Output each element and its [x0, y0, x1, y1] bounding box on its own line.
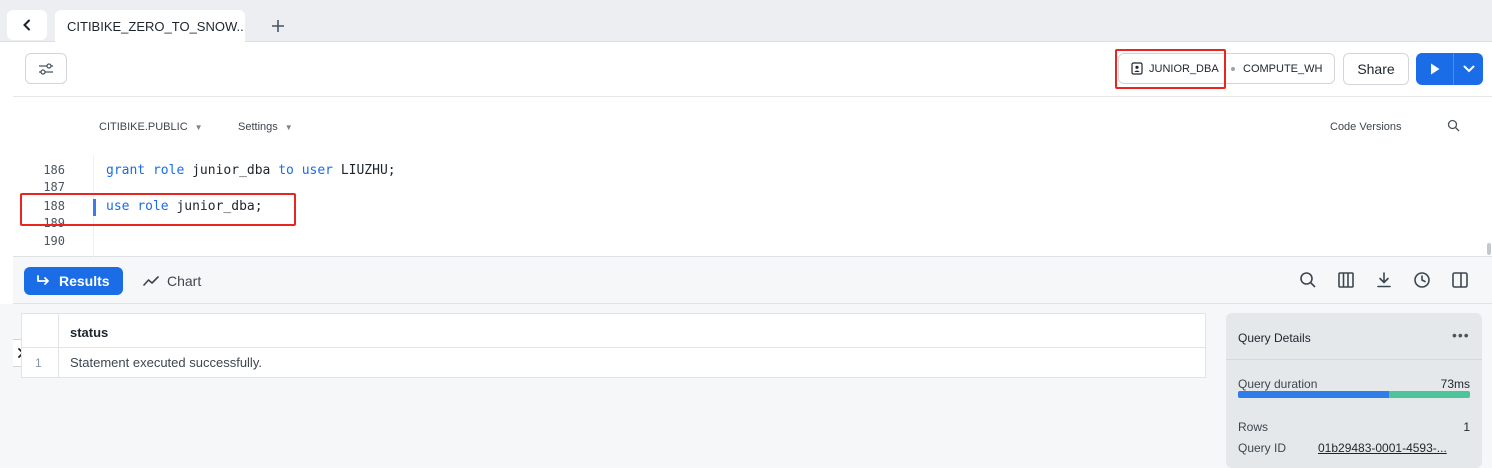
warehouse-selector[interactable]: COMPUTE_WH: [1223, 54, 1335, 83]
editor-scrollbar[interactable]: [1487, 243, 1491, 255]
search-icon: [1300, 272, 1316, 288]
query-details-panel: Query Details ••• Query duration 73ms Ro…: [1226, 313, 1482, 468]
panel-icon: [1452, 272, 1468, 288]
database-label: CITIBIKE.PUBLIC: [99, 121, 188, 133]
chevron-down-icon: [1463, 65, 1474, 73]
more-options-icon[interactable]: •••: [1452, 327, 1470, 343]
query-id-label: Query ID: [1238, 441, 1287, 455]
divider: [1226, 359, 1482, 360]
query-duration-bar: [1238, 391, 1470, 398]
toggle-panel-button[interactable]: [1451, 271, 1469, 289]
code-line-186[interactable]: grant role junior_dba to user LIUZHU;: [106, 163, 396, 178]
caret-down-icon: ▼: [284, 122, 293, 132]
code-text: junior_dba;: [168, 199, 263, 214]
results-toolbar: Results Chart: [13, 257, 1492, 304]
run-options-button[interactable]: [1454, 53, 1483, 85]
rows-label: Rows: [1238, 420, 1269, 434]
table-row[interactable]: 1 Statement executed successfully.: [22, 348, 1205, 377]
query-duration-value: 73ms: [1440, 377, 1470, 391]
code-text: junior_dba: [184, 163, 279, 178]
query-id-link[interactable]: 01b29483-0001-4593-...: [1318, 441, 1470, 455]
results-tab-label: Results: [59, 273, 110, 289]
role-label: JUNIOR_DBA: [1149, 62, 1219, 75]
code-text: LIUZHU;: [333, 163, 396, 178]
role-selector[interactable]: JUNIOR_DBA: [1119, 54, 1223, 83]
keyword: user: [301, 163, 333, 178]
duration-segment-other: [1388, 391, 1470, 398]
row-index: 1: [22, 348, 59, 377]
keyword: use: [106, 199, 130, 214]
caret-down-icon: ▼: [194, 122, 203, 132]
code-editor[interactable]: 186 187 188 189 190 grant role junior_db…: [13, 155, 1492, 257]
results-pane: status 1 Statement executed successfully…: [0, 304, 1492, 468]
editor-search-button[interactable]: [1447, 119, 1460, 132]
line-number: 186: [43, 163, 65, 177]
line-chart-icon: [143, 275, 159, 287]
line-number: 188: [43, 199, 65, 213]
plus-icon: [272, 20, 284, 32]
run-button[interactable]: [1416, 53, 1454, 85]
query-duration-label: Query duration: [1238, 377, 1318, 391]
duration-segment-execution: [1238, 391, 1389, 398]
editor-header: CITIBIKE.PUBLIC ▼ Settings ▼ Code Versio…: [13, 97, 1492, 155]
share-label: Share: [1357, 61, 1395, 77]
database-selector[interactable]: CITIBIKE.PUBLIC ▼: [99, 121, 203, 133]
download-icon: [1377, 272, 1391, 288]
download-button[interactable]: [1375, 271, 1393, 289]
search-icon: [1447, 119, 1460, 132]
tab-bar: CITIBIKE_ZERO_TO_SNOW...: [0, 0, 1492, 43]
worksheet-window: CITIBIKE_ZERO_TO_SNOW... JUNIOR_DBA COMP…: [0, 0, 1492, 468]
add-tab-button[interactable]: [265, 13, 291, 39]
history-button[interactable]: [1413, 271, 1431, 289]
chevron-left-icon: [23, 19, 30, 31]
context-selector: JUNIOR_DBA COMPUTE_WH: [1118, 53, 1335, 84]
tab-worksheet[interactable]: CITIBIKE_ZERO_TO_SNOW...: [55, 10, 245, 43]
line-number: 187: [43, 180, 65, 194]
columns-icon: [1338, 272, 1354, 288]
line-number: 190: [43, 234, 65, 248]
tab-results[interactable]: Results: [24, 267, 123, 295]
sliders-icon: [39, 62, 53, 75]
code-line-188[interactable]: use role junior_dba;: [106, 199, 263, 214]
back-button[interactable]: [7, 10, 47, 40]
keyword: to: [278, 163, 294, 178]
line-number: 189: [43, 216, 65, 230]
grid-header: status: [22, 314, 1205, 348]
code-versions-button[interactable]: Code Versions: [1330, 121, 1402, 133]
tab-label: CITIBIKE_ZERO_TO_SNOW...: [67, 19, 245, 34]
chart-tab-label: Chart: [167, 273, 202, 289]
row-index-header: [22, 314, 59, 348]
rows-value: 1: [1463, 420, 1470, 434]
columns-button[interactable]: [1337, 271, 1355, 289]
column-header-status[interactable]: status: [70, 325, 108, 340]
clock-icon: [1414, 272, 1430, 288]
warehouse-label: COMPUTE_WH: [1243, 62, 1323, 75]
settings-selector[interactable]: Settings ▼: [238, 121, 293, 133]
keyword: grant: [106, 163, 146, 178]
tab-chart[interactable]: Chart: [143, 267, 201, 295]
keyword: role: [152, 163, 185, 178]
run-button-group: [1416, 53, 1483, 85]
table-cell[interactable]: Statement executed successfully.: [70, 355, 262, 370]
results-search-button[interactable]: [1299, 271, 1317, 289]
play-icon: [1430, 63, 1439, 75]
results-grid: status 1 Statement executed successfully…: [21, 313, 1206, 378]
filter-button[interactable]: [25, 53, 67, 84]
query-details-title: Query Details: [1238, 331, 1311, 345]
keyword: role: [137, 199, 169, 214]
settings-label: Settings: [238, 121, 278, 133]
warehouse-status-dot: [1231, 66, 1235, 71]
active-line-marker: [93, 199, 96, 216]
worksheet-toolbar: JUNIOR_DBA COMPUTE_WH Share: [13, 42, 1492, 97]
share-button[interactable]: Share: [1343, 53, 1409, 85]
return-arrow-icon: [36, 275, 51, 287]
role-badge-icon: [1131, 62, 1143, 75]
